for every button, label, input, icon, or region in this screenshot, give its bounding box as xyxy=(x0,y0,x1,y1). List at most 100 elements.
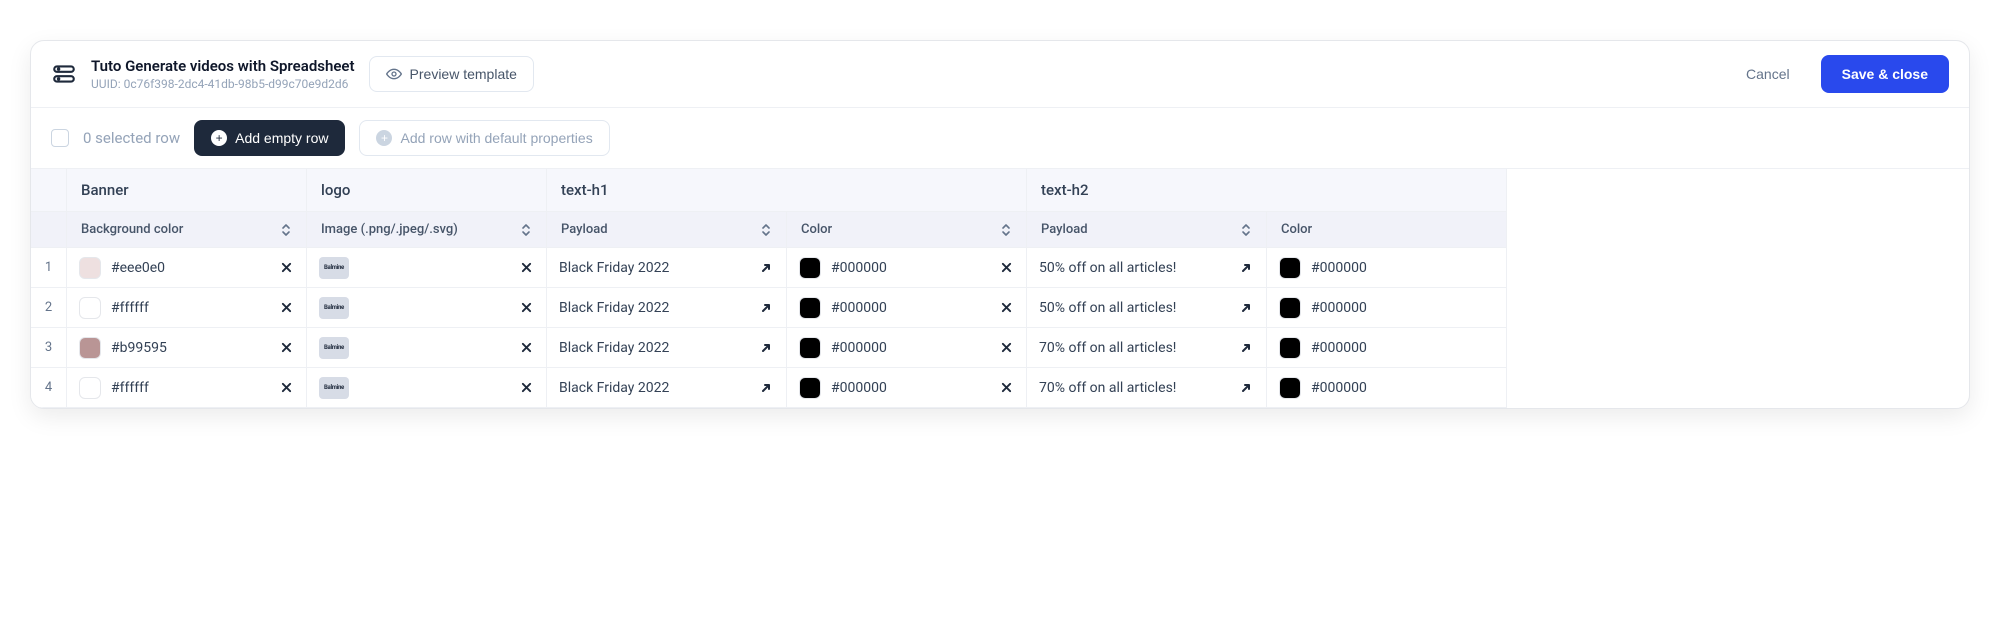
h1-payload-cell[interactable]: Black Friday 2022 xyxy=(547,248,787,288)
banner-color-cell[interactable]: #ffffff xyxy=(67,288,307,328)
selected-count: 0 selected row xyxy=(83,129,180,147)
page-title: Tuto Generate videos with Spreadsheet xyxy=(91,57,355,75)
color-value: #000000 xyxy=(831,340,988,356)
clear-icon[interactable] xyxy=(998,300,1014,316)
col-h1-color[interactable]: Color xyxy=(787,212,1027,248)
clear-icon[interactable] xyxy=(518,380,534,396)
color-swatch xyxy=(799,257,821,279)
h2-payload-cell[interactable]: 70% off on all articles! xyxy=(1027,328,1267,368)
plus-icon: + xyxy=(211,130,227,146)
clear-icon[interactable] xyxy=(278,260,294,276)
banner-color-cell[interactable]: #b99595 xyxy=(67,328,307,368)
color-value: #000000 xyxy=(1311,380,1494,396)
clear-icon[interactable] xyxy=(998,380,1014,396)
expand-icon[interactable] xyxy=(758,300,774,316)
color-value: #000000 xyxy=(831,380,988,396)
row-number: 1 xyxy=(31,248,67,288)
h1-payload-cell[interactable]: Black Friday 2022 xyxy=(547,328,787,368)
color-swatch xyxy=(799,337,821,359)
group-header-text-h2: text-h2 xyxy=(1027,169,1507,212)
header-bar: Tuto Generate videos with Spreadsheet UU… xyxy=(31,41,1969,108)
group-header-text-h1: text-h1 xyxy=(547,169,1027,212)
select-all-checkbox[interactable] xyxy=(51,129,69,147)
cancel-button[interactable]: Cancel xyxy=(1729,56,1807,92)
color-swatch xyxy=(79,297,101,319)
logo-thumbnail: Balmine xyxy=(319,257,349,279)
logo-cell[interactable]: Balmine xyxy=(307,368,547,408)
cell-value: 70% off on all articles! xyxy=(1039,380,1228,396)
h2-payload-cell[interactable]: 50% off on all articles! xyxy=(1027,288,1267,328)
clear-icon[interactable] xyxy=(998,340,1014,356)
color-swatch xyxy=(1279,297,1301,319)
expand-icon[interactable] xyxy=(1238,380,1254,396)
h1-color-cell[interactable]: #000000 xyxy=(787,288,1027,328)
clear-icon[interactable] xyxy=(518,340,534,356)
expand-icon[interactable] xyxy=(758,340,774,356)
col-logo-image[interactable]: Image (.png/.jpeg/.svg) xyxy=(307,212,547,248)
logo-cell[interactable]: Balmine xyxy=(307,328,547,368)
h2-payload-cell[interactable]: 50% off on all articles! xyxy=(1027,248,1267,288)
color-swatch xyxy=(799,297,821,319)
h1-payload-cell[interactable]: Black Friday 2022 xyxy=(547,288,787,328)
sort-icon[interactable] xyxy=(760,223,772,237)
cell-value: Black Friday 2022 xyxy=(559,380,748,396)
h2-color-cell[interactable]: #000000 xyxy=(1267,328,1507,368)
expand-icon[interactable] xyxy=(1238,340,1254,356)
add-default-row-button[interactable]: + Add row with default properties xyxy=(359,120,609,156)
corner-sub xyxy=(31,212,67,248)
cell-value: 70% off on all articles! xyxy=(1039,340,1228,356)
logo-cell[interactable]: Balmine xyxy=(307,288,547,328)
corner-cell xyxy=(31,169,67,212)
h2-payload-cell[interactable]: 70% off on all articles! xyxy=(1027,368,1267,408)
color-swatch xyxy=(1279,337,1301,359)
group-header-logo: logo xyxy=(307,169,547,212)
color-swatch xyxy=(1279,377,1301,399)
banner-color-cell[interactable]: #ffffff xyxy=(67,368,307,408)
row-number: 2 xyxy=(31,288,67,328)
h2-color-cell[interactable]: #000000 xyxy=(1267,248,1507,288)
h1-color-cell[interactable]: #000000 xyxy=(787,248,1027,288)
eye-icon xyxy=(386,66,402,82)
color-value: #ffffff xyxy=(111,380,268,396)
color-value: #ffffff xyxy=(111,300,268,316)
color-swatch xyxy=(79,337,101,359)
preview-template-button[interactable]: Preview template xyxy=(369,56,534,92)
toolbar: 0 selected row + Add empty row + Add row… xyxy=(31,108,1969,169)
uuid-label: UUID: 0c76f398-2dc4-41db-98b5-d99c70e9d2… xyxy=(91,77,355,91)
sort-icon[interactable] xyxy=(1240,223,1252,237)
expand-icon[interactable] xyxy=(758,260,774,276)
template-icon xyxy=(51,61,77,87)
sort-icon[interactable] xyxy=(280,223,292,237)
clear-icon[interactable] xyxy=(518,300,534,316)
h1-payload-cell[interactable]: Black Friday 2022 xyxy=(547,368,787,408)
expand-icon[interactable] xyxy=(1238,300,1254,316)
h2-color-cell[interactable]: #000000 xyxy=(1267,368,1507,408)
clear-icon[interactable] xyxy=(278,380,294,396)
h1-color-cell[interactable]: #000000 xyxy=(787,368,1027,408)
col-banner-bg[interactable]: Background color xyxy=(67,212,307,248)
h1-color-cell[interactable]: #000000 xyxy=(787,328,1027,368)
logo-cell[interactable]: Balmine xyxy=(307,248,547,288)
sort-icon[interactable] xyxy=(520,223,532,237)
clear-icon[interactable] xyxy=(998,260,1014,276)
h2-color-cell[interactable]: #000000 xyxy=(1267,288,1507,328)
expand-icon[interactable] xyxy=(1238,260,1254,276)
title-block: Tuto Generate videos with Spreadsheet UU… xyxy=(91,57,355,91)
cell-value: Black Friday 2022 xyxy=(559,260,748,276)
data-grid: Banner logo text-h1 text-h2 Background c… xyxy=(31,169,1969,408)
expand-icon[interactable] xyxy=(758,380,774,396)
clear-icon[interactable] xyxy=(518,260,534,276)
color-swatch xyxy=(79,377,101,399)
clear-icon[interactable] xyxy=(278,340,294,356)
col-h2-payload[interactable]: Payload xyxy=(1027,212,1267,248)
color-value: #000000 xyxy=(831,300,988,316)
col-h1-payload[interactable]: Payload xyxy=(547,212,787,248)
banner-color-cell[interactable]: #eee0e0 xyxy=(67,248,307,288)
col-h2-color[interactable]: Color xyxy=(1267,212,1507,248)
add-empty-row-button[interactable]: + Add empty row xyxy=(194,120,345,156)
sort-icon[interactable] xyxy=(1000,223,1012,237)
plus-icon: + xyxy=(376,130,392,146)
save-close-button[interactable]: Save & close xyxy=(1821,55,1949,93)
color-value: #000000 xyxy=(1311,300,1494,316)
clear-icon[interactable] xyxy=(278,300,294,316)
